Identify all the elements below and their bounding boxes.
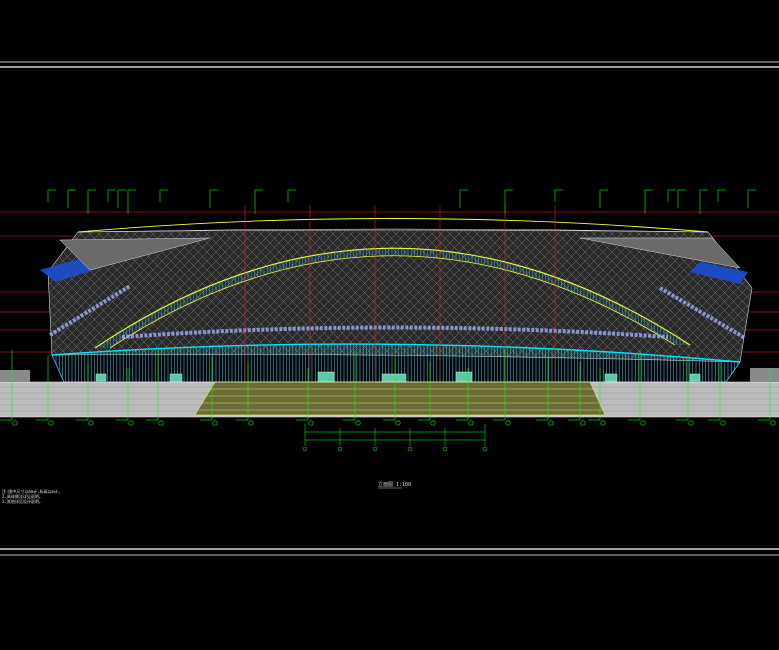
leader-marker xyxy=(720,420,726,426)
leader-marker xyxy=(395,420,401,426)
building-facade xyxy=(40,218,753,385)
leader-marker xyxy=(308,420,314,426)
drawing-caption: 立面图 1:100 xyxy=(378,481,411,488)
leader-marker xyxy=(430,420,436,426)
drawing-caption-group: 立面图 1:100 xyxy=(378,481,411,489)
leader-marker xyxy=(600,420,606,426)
leader-marker xyxy=(548,420,554,426)
leader-marker xyxy=(12,420,18,426)
leader-marker xyxy=(88,420,94,426)
leader-marker xyxy=(248,420,254,426)
leader-marker xyxy=(355,420,361,426)
leader-marker xyxy=(505,420,511,426)
drawing-notes: 注:图中尺寸以mm计,标高以m计。 2.具体做法详见说明。 3.其他详见设计说明… xyxy=(2,488,62,504)
leader-marker xyxy=(468,420,474,426)
leader-marker xyxy=(688,420,694,426)
dimension-chain xyxy=(302,424,488,452)
leader-marker xyxy=(580,420,586,426)
leader-marker xyxy=(212,420,218,426)
cad-elevation-drawing: 立面图 1:100 注:图中尺寸以mm计,标高以m计。 2.具体做法详见说明。 … xyxy=(0,61,779,556)
leader-marker xyxy=(48,420,54,426)
leader-marker xyxy=(770,420,776,426)
leaders-top xyxy=(47,189,756,214)
note-line-3: 3.其他详见设计说明。 xyxy=(2,498,43,504)
leader-marker xyxy=(640,420,646,426)
leader-marker xyxy=(158,420,164,426)
leader-marker xyxy=(128,420,134,426)
